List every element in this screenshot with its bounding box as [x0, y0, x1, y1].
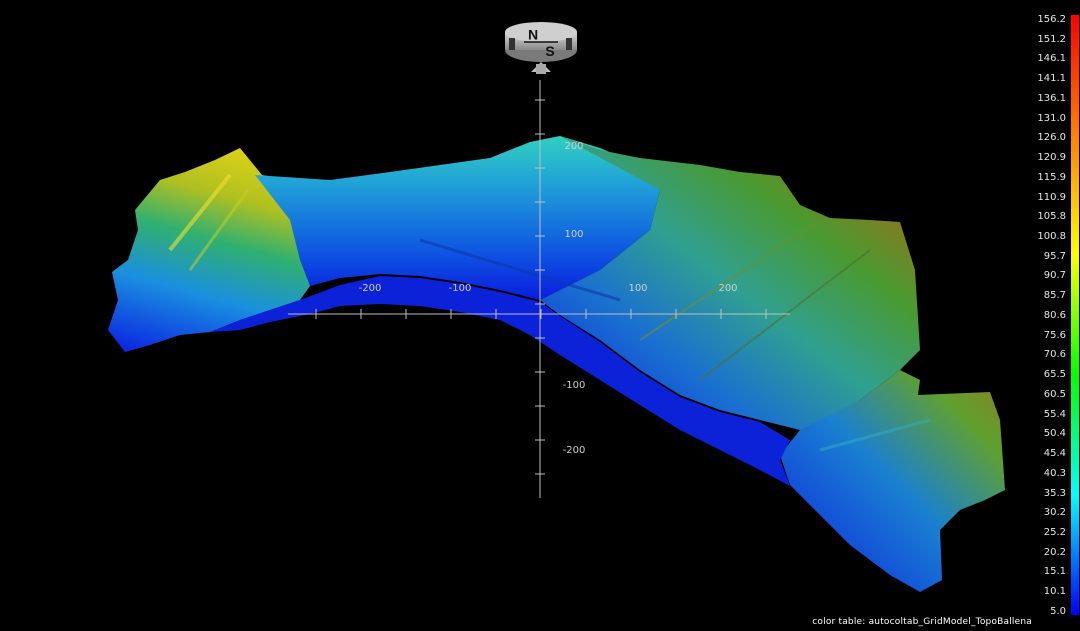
color-scale-label: 60.5	[1043, 388, 1066, 400]
y-tick-label: 200	[564, 141, 583, 152]
terrain-surface	[108, 136, 1005, 592]
y-tick-label: -200	[563, 445, 586, 456]
color-scale-label: 50.4	[1043, 428, 1066, 440]
color-scale-label: 151.2	[1037, 33, 1066, 45]
color-scale-label: 45.4	[1043, 448, 1066, 460]
color-scale-bar	[1071, 15, 1079, 615]
color-scale-label: 65.5	[1043, 369, 1066, 381]
color-scale-label: 110.9	[1037, 191, 1066, 203]
color-scale-label: 15.1	[1043, 566, 1066, 578]
color-scale-label: 80.6	[1043, 309, 1066, 321]
color-scale-label: 35.3	[1043, 487, 1066, 499]
color-scale-label: 126.0	[1037, 132, 1066, 144]
color-scale-label: 120.9	[1037, 152, 1066, 164]
x-tick-label: -100	[449, 283, 472, 294]
color-scale-label: 141.1	[1037, 73, 1066, 85]
y-tick-label: -100	[563, 380, 586, 391]
color-scale-label: 156.2	[1037, 14, 1066, 25]
compass-rim-mark	[509, 38, 515, 50]
y-tick-label: 100	[564, 229, 583, 240]
color-scale-label: 105.8	[1037, 211, 1066, 223]
color-scale-label: 146.1	[1037, 53, 1066, 65]
viewer-3d[interactable]: -200 -100 100 200 200 100 -100 -200 N S …	[0, 0, 1080, 631]
compass-widget[interactable]: N S	[505, 22, 577, 74]
compass-stem	[536, 64, 546, 74]
color-scale-label: 131.0	[1037, 112, 1066, 124]
x-tick-label: 100	[628, 283, 647, 294]
color-scale-label: 115.9	[1037, 171, 1066, 183]
color-scale-label: 30.2	[1043, 507, 1066, 519]
terrain-scene[interactable]: -200 -100 100 200 200 100 -100 -200 N S	[0, 0, 1080, 631]
color-scale-label: 10.1	[1043, 586, 1066, 598]
x-tick-label: -200	[359, 283, 382, 294]
color-scale-label: 70.6	[1043, 349, 1066, 361]
color-scale-label: 55.4	[1043, 408, 1066, 420]
color-scale-label: 95.7	[1043, 250, 1066, 262]
compass-rim-mark	[566, 38, 572, 50]
color-table-caption: color table: autocoltab_GridModel_TopoBa…	[812, 617, 1032, 627]
color-scale-label: 90.7	[1043, 270, 1066, 282]
color-scale-label: 40.3	[1043, 467, 1066, 479]
compass-north-label: N	[528, 27, 538, 43]
color-scale-label: 25.2	[1043, 526, 1066, 538]
color-scale-label: 75.6	[1043, 329, 1066, 341]
color-scale-label: 20.2	[1043, 546, 1066, 558]
color-scale-label: 5.0	[1050, 605, 1066, 617]
color-scale-label: 85.7	[1043, 290, 1066, 302]
color-scale-label: 136.1	[1037, 92, 1066, 104]
x-tick-label: 200	[718, 283, 737, 294]
compass-south-label: S	[545, 43, 554, 59]
color-scale-label: 100.8	[1037, 231, 1066, 243]
